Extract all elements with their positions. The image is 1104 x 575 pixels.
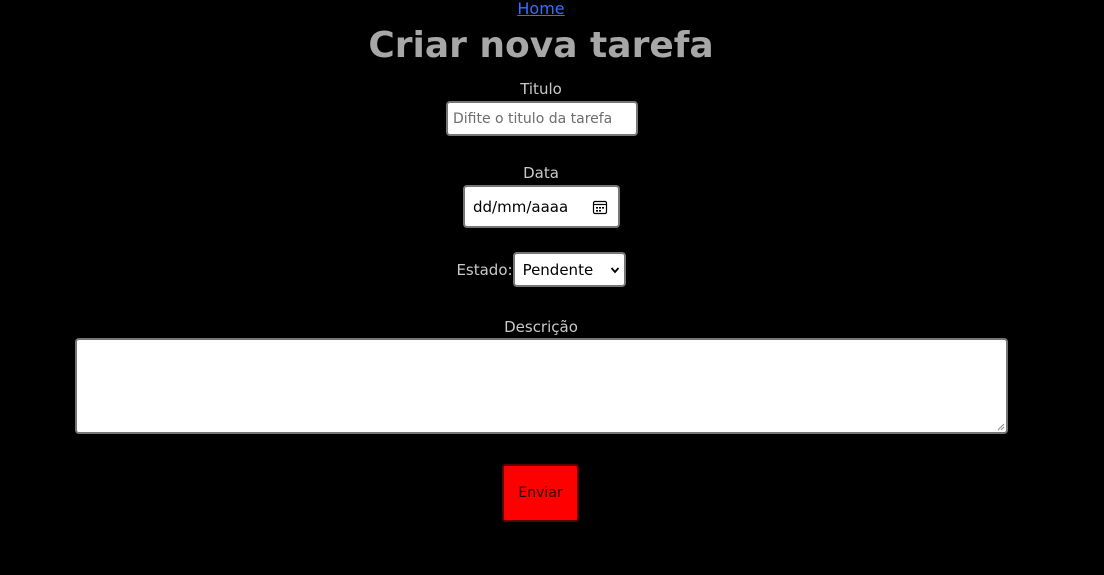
submit-button[interactable]: Enviar (502, 464, 579, 522)
title-input[interactable] (446, 101, 638, 136)
description-label: Descrição (504, 318, 578, 336)
date-label: Data (523, 164, 559, 182)
resize-handle-icon[interactable] (997, 423, 1005, 431)
page-title: Criar nova tarefa (368, 25, 714, 66)
description-textarea[interactable] (75, 338, 1008, 434)
date-input[interactable]: dd/mm/aaaa (463, 185, 620, 228)
status-label: Estado: (456, 260, 513, 279)
date-value: dd/mm/aaaa (473, 197, 569, 216)
status-selected-value: Pendente (522, 260, 594, 279)
calendar-icon[interactable] (592, 199, 608, 215)
status-row: Estado: Pendente (0, 252, 1082, 287)
status-select[interactable]: Pendente (512, 252, 626, 287)
page: Home Criar nova tarefa Titulo Data dd/mm… (0, 0, 1104, 575)
title-label: Titulo (520, 80, 562, 98)
home-link[interactable]: Home (0, 0, 1082, 18)
chevron-down-icon (610, 266, 619, 273)
